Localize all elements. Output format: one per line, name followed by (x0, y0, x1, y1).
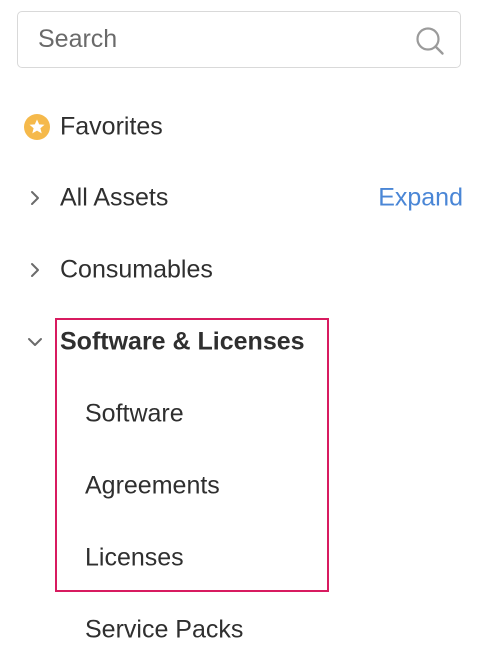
search-icon[interactable] (415, 26, 445, 56)
chevron-right-icon[interactable] (26, 261, 44, 279)
nav-item-software-licenses-label: Software & Licenses (60, 327, 305, 356)
search-box[interactable] (17, 11, 461, 68)
nav-subitem-agreements-label: Agreements (85, 471, 220, 500)
nav-item-software-licenses[interactable]: Software & Licenses (0, 312, 482, 372)
nav-subitem-licenses-label: Licenses (85, 543, 184, 572)
search-input[interactable] (38, 12, 398, 67)
nav-subitem-agreements[interactable]: Agreements (0, 456, 482, 516)
nav-subitem-software[interactable]: Software (0, 384, 482, 444)
nav-subitem-software-label: Software (85, 399, 184, 428)
nav-subitem-service-packs-label: Service Packs (85, 615, 244, 644)
nav-item-favorites[interactable]: Favorites (0, 97, 482, 157)
nav-subitem-service-packs[interactable]: Service Packs (0, 600, 482, 660)
chevron-down-icon[interactable] (26, 333, 44, 351)
nav-item-all-assets-label: All Assets (60, 183, 169, 212)
asset-sidebar: Favorites All Assets Expand Consumables … (0, 0, 482, 668)
nav-item-consumables-label: Consumables (60, 255, 213, 284)
nav-subitem-licenses[interactable]: Licenses (0, 528, 482, 588)
star-badge-icon (24, 114, 50, 140)
chevron-right-icon[interactable] (26, 189, 44, 207)
nav-item-consumables[interactable]: Consumables (0, 240, 482, 300)
expand-link[interactable]: Expand (378, 184, 463, 213)
nav-item-favorites-label: Favorites (60, 112, 163, 141)
nav-item-all-assets[interactable]: All Assets Expand (0, 168, 482, 228)
